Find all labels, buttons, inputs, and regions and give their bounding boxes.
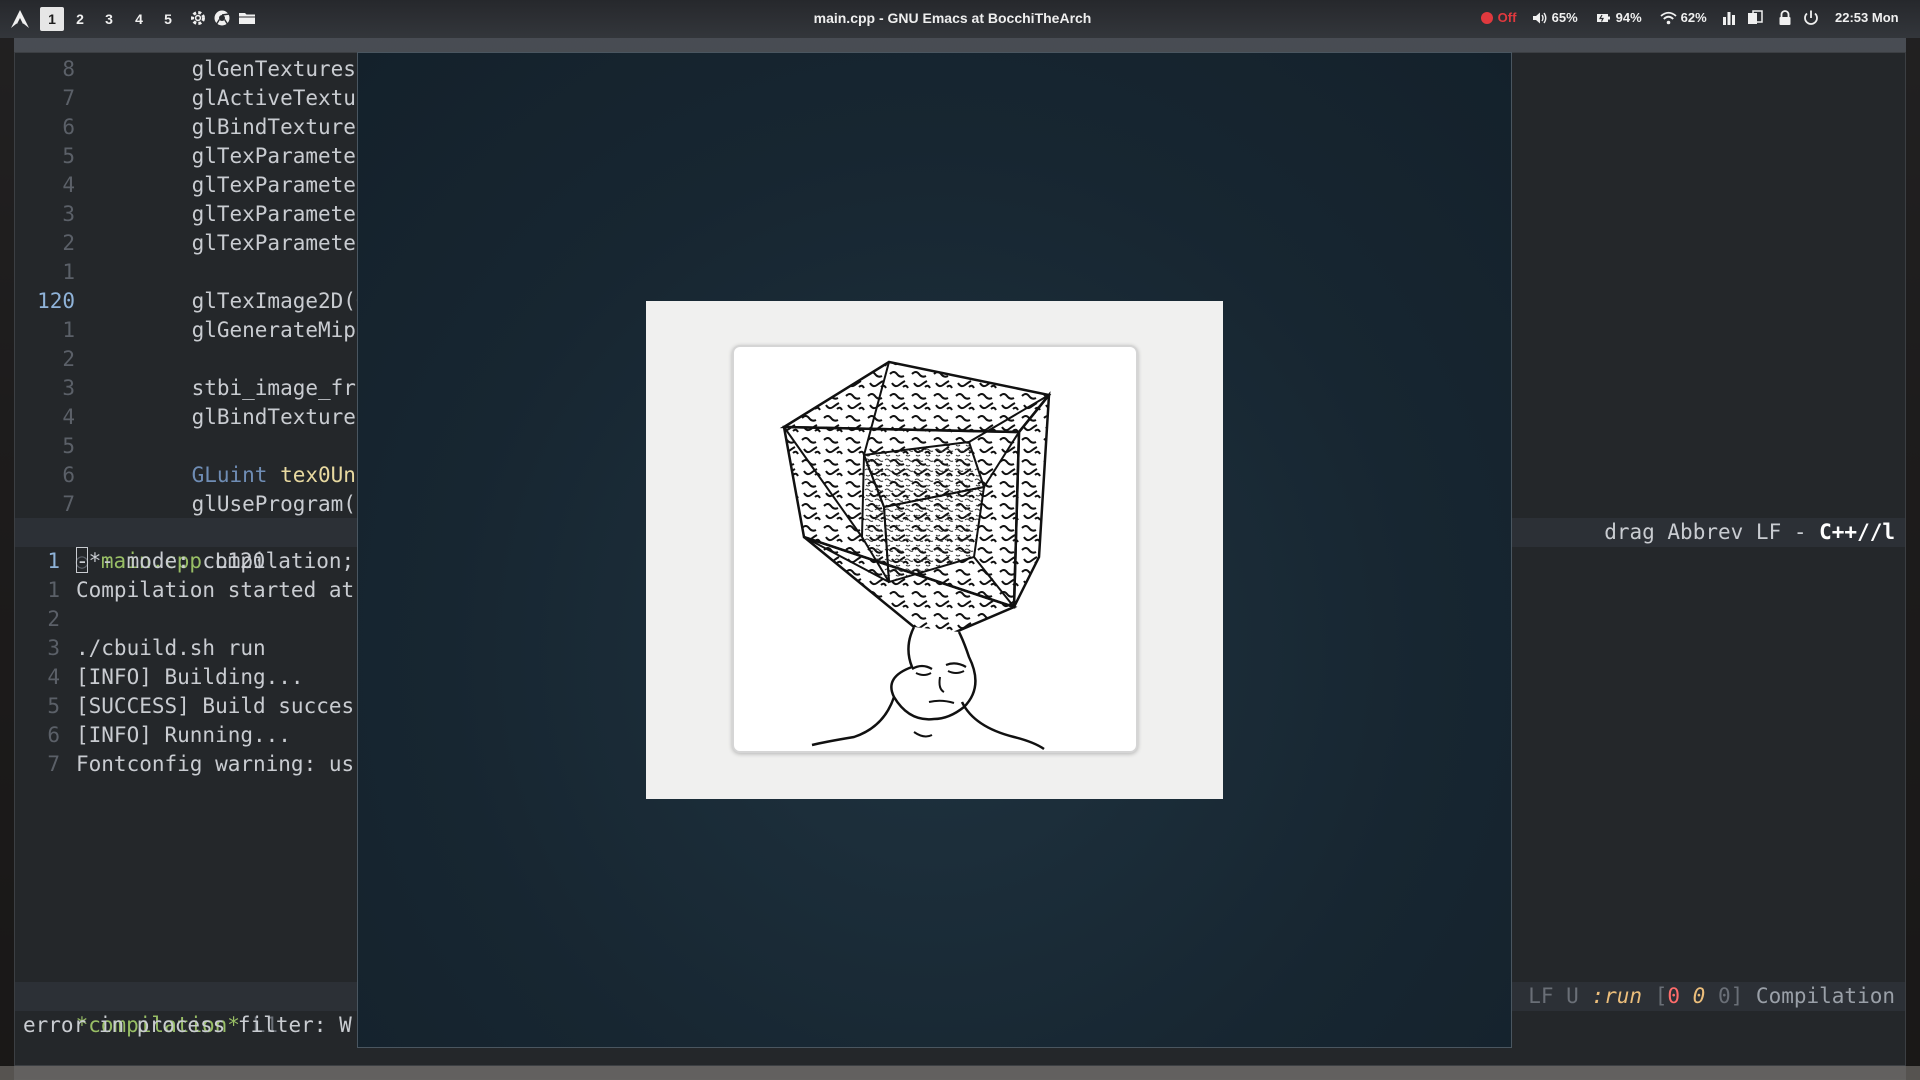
compilation-line[interactable]: ./cbuild.sh run [76,634,266,663]
line-number: 6 [62,463,75,487]
volume-value: 65% [1551,10,1578,25]
compilation-line[interactable]: Fontconfig warning: us [76,750,354,779]
modeline-bracket: [ [1654,984,1668,1008]
line-number: 3 [47,636,60,660]
workspace-4[interactable]: 4 [127,7,151,31]
meme-image-frame [732,345,1138,753]
line-number: 2 [62,347,75,371]
battery-value: 94% [1615,10,1642,25]
arch-logo-icon[interactable] [10,9,30,29]
compilation-line[interactable]: -*- mode: compilation; [76,547,354,576]
code-line[interactable]: GLuint tex0Uni = [141,461,394,490]
compilation-line[interactable]: [SUCCESS] Build succes [76,692,354,721]
current-line-number: 120 [37,289,75,313]
folder-icon[interactable] [238,9,256,27]
echo-area: error in process filter: W [23,1013,352,1037]
modeline-encoding: LF U [1528,984,1592,1008]
brain-cube-drawing [779,360,1052,751]
workspace-3[interactable]: 3 [97,7,121,31]
modeline-right: drag Abbrev LF - C++//l [1604,518,1895,547]
code-line[interactable]: glGenTextures(1, [141,55,394,84]
clipboard-icon[interactable] [1746,9,1764,27]
line-number: 6 [62,115,75,139]
meme-image [646,301,1223,799]
type-keyword: GLuint [191,463,268,487]
workspace-5[interactable]: 5 [156,7,180,31]
line-number: 3 [62,376,75,400]
wifi-value: 62% [1680,10,1707,25]
workspace-1[interactable]: 1 [40,7,64,31]
battery-indicator[interactable]: 94% [1596,10,1642,28]
line-number: 6 [47,723,60,747]
volume-indicator[interactable]: 65% [1532,10,1578,28]
record-icon [1481,12,1493,24]
wallpaper-tree-left [0,38,14,1080]
workspace-2[interactable]: 2 [68,7,92,31]
line-number: 7 [62,86,75,110]
line-number: 2 [62,231,75,255]
line-number: 1 [62,260,75,284]
lock-icon[interactable] [1776,9,1794,27]
line-number: 4 [62,405,75,429]
gear-icon[interactable] [189,9,207,27]
record-indicator[interactable]: Off [1480,10,1516,28]
volume-icon [1533,12,1547,24]
clock[interactable]: 22:53 Mon [1835,10,1899,28]
browser-icon[interactable] [213,9,231,27]
line-number: 5 [62,434,75,458]
image-viewer-window[interactable] [357,52,1512,1048]
modeline-minor-modes: drag Abbrev LF - [1604,520,1820,544]
variable-name: tex0Uni [280,463,369,487]
line-number: 4 [62,173,75,197]
record-label: Off [1497,10,1517,25]
compilation-line[interactable]: Compilation started at [76,576,354,605]
line-number: 8 [62,57,75,81]
modeline-process-status: :run [1591,984,1643,1008]
compilation-line[interactable]: [INFO] Building... [76,663,304,692]
line-number: 7 [62,492,75,516]
battery-icon [1597,14,1610,22]
line-number: 1 [62,318,75,342]
line-number: 3 [62,202,75,226]
top-bar: 1 2 3 4 5 main.cpp - GNU Emacs at Bocchi… [0,0,1920,38]
current-line-number: 1 [47,549,60,573]
wallpaper-tree-right [1906,38,1920,1080]
modeline-major-mode: Compilation [1755,984,1895,1008]
line-number: 7 [47,752,60,776]
line-number: 2 [47,607,60,631]
modeline-major-mode: C++//l [1819,520,1895,544]
line-number: 5 [47,694,60,718]
modeline-info-count: 0] [1717,984,1744,1008]
power-icon[interactable] [1802,9,1820,27]
line-number: 4 [47,665,60,689]
wifi-indicator[interactable]: 62% [1660,10,1707,28]
cpu-graph-icon[interactable] [1720,9,1738,27]
modeline-right: LF U :run [0 0 0] Compilation [1528,982,1895,1011]
wifi-icon [1660,11,1677,25]
compilation-line[interactable]: [INFO] Running... [76,721,291,750]
line-number: 5 [62,144,75,168]
modeline-error-count: 0 [1667,984,1680,1008]
line-number: 1 [47,578,60,602]
modeline-warning-count: 0 [1692,984,1706,1008]
compilation-line-text: -*- mode: compilation; [76,549,355,573]
wallpaper-ground [0,1066,1920,1080]
